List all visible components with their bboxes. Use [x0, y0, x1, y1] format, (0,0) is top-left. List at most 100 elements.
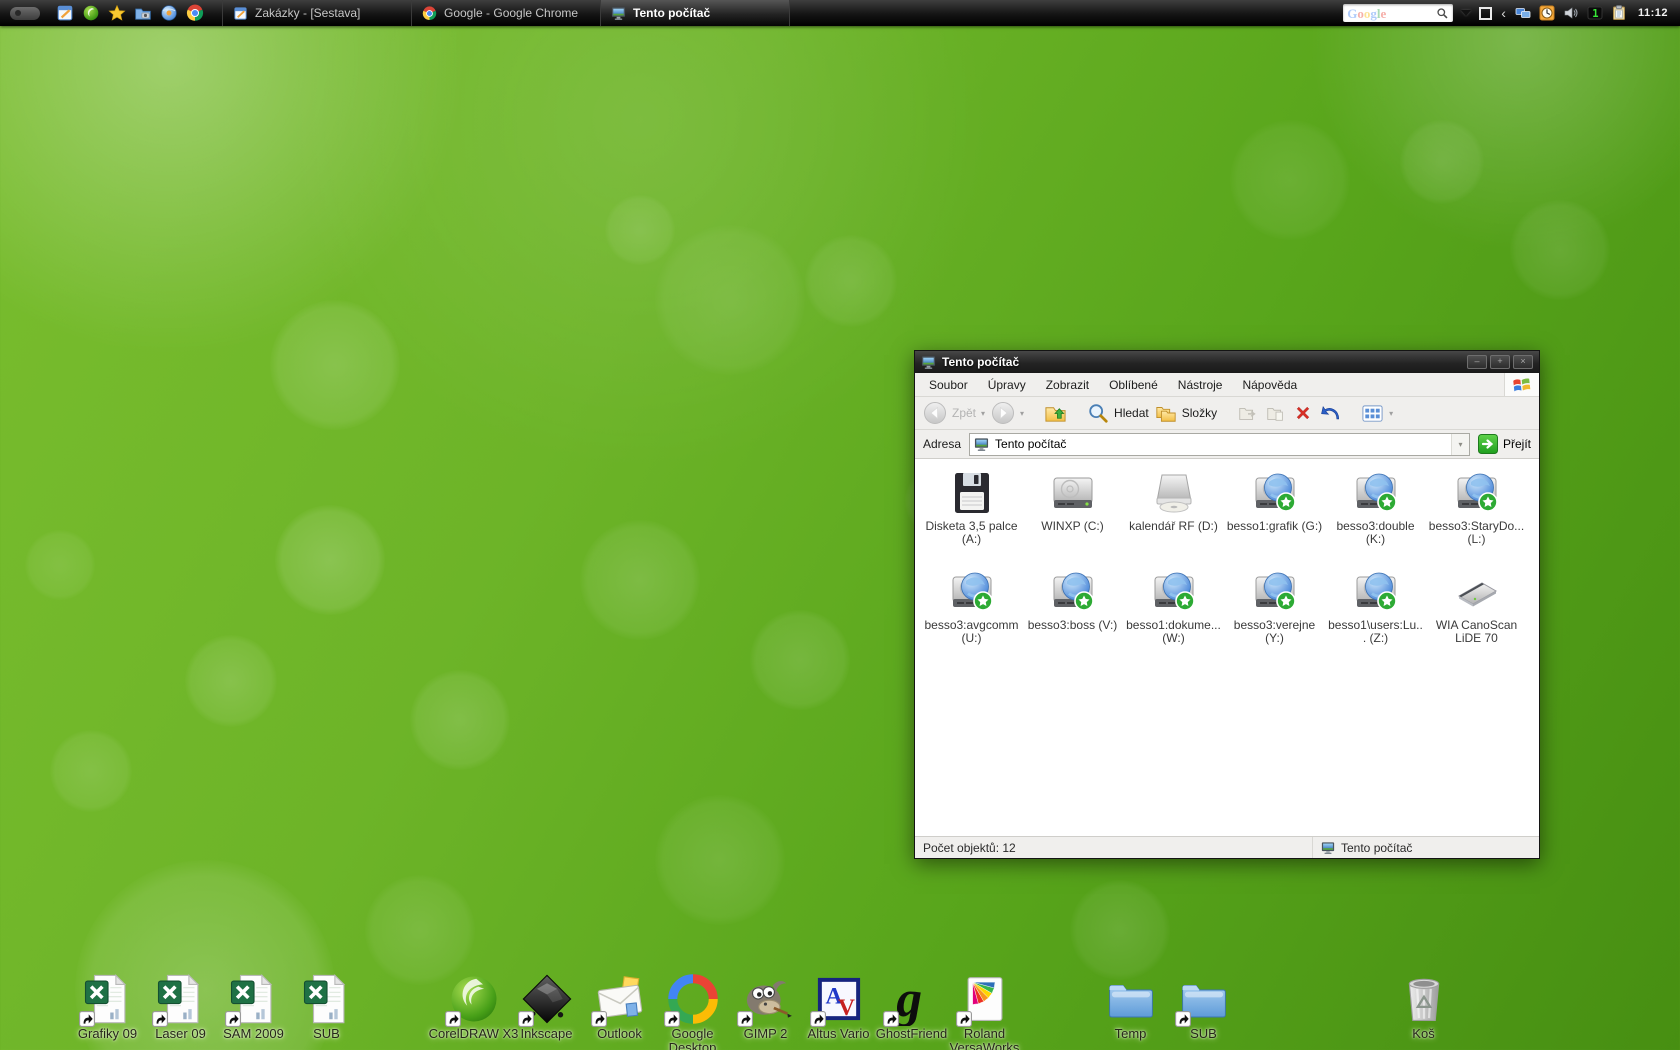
desktop-icon-laser09[interactable]: Laser 09 [144, 972, 217, 1041]
network-icon[interactable] [1515, 5, 1531, 21]
chrome-icon [422, 6, 437, 21]
bokeh-circle [1230, 120, 1350, 240]
clock-tray-icon[interactable] [1539, 5, 1555, 21]
folders-button[interactable]: Složky [1155, 402, 1217, 424]
forward-button[interactable]: ▾ [991, 401, 1024, 425]
drive-item[interactable]: besso3:boss (V:) [1022, 568, 1123, 667]
back-dropdown-icon[interactable]: ▾ [981, 409, 985, 418]
drive-label: besso1\users:Lu... (Z:) [1327, 619, 1425, 646]
drive-item[interactable]: besso3:double (K:) [1325, 469, 1426, 568]
pictures-folder-icon[interactable] [134, 4, 152, 22]
volume-icon[interactable] [1563, 5, 1579, 21]
desktop-icon-recycle-bin[interactable]: Koš [1387, 972, 1460, 1041]
drive-item[interactable]: besso1:grafik (G:) [1224, 469, 1325, 568]
address-value: Tento počítač [995, 437, 1066, 451]
minimize-button[interactable]: – [1467, 355, 1487, 369]
chrome-icon[interactable] [186, 4, 204, 22]
desktop-icon-google-desktop[interactable]: Google Desktop [656, 972, 729, 1050]
shortcut-arrow-icon [1175, 1011, 1191, 1027]
drive-item[interactable]: kalendář RF (D:) [1123, 469, 1224, 568]
drive-item[interactable]: besso3:verejne (Y:) [1224, 568, 1325, 667]
green-orb-app-icon[interactable] [82, 4, 100, 22]
desktop-icon-label: Roland VersaWorks [940, 1027, 1030, 1050]
go-button[interactable]: Přejít [1478, 434, 1531, 454]
drive-item[interactable]: besso3:avgcomm (U:) [921, 568, 1022, 667]
desktop-icon-sam2009[interactable]: SAM 2009 [217, 972, 290, 1041]
desktop-icon-inkscape[interactable]: Inkscape [510, 972, 583, 1041]
drive-item[interactable]: besso1\users:Lu... (Z:) [1325, 568, 1426, 667]
window-controls: – + × [1467, 355, 1533, 369]
desktop-icon-roland-versaworks[interactable]: Roland VersaWorks [948, 972, 1021, 1050]
title-bar[interactable]: Tento počítač – + × [915, 351, 1539, 373]
shortcut-arrow-icon [445, 1011, 461, 1027]
restore-window-icon[interactable] [1479, 7, 1492, 20]
back-button[interactable]: Zpět ▾ [923, 401, 985, 425]
desktop-icon-ghostfriend[interactable]: GhostFriend [875, 972, 948, 1041]
menu-oblibene[interactable]: Oblíbené [1099, 378, 1168, 392]
search-dropdown-icon[interactable] [1461, 10, 1471, 16]
address-combo[interactable]: Tento počítač ▾ [969, 433, 1470, 456]
drive-item[interactable]: Disketa 3,5 palce (A:) [921, 469, 1022, 568]
desktop-icon-grafiky09[interactable]: Grafiky 09 [71, 972, 144, 1041]
up-folder-button[interactable] [1044, 402, 1067, 425]
shortcut-arrow-icon [79, 1011, 95, 1027]
toolbar: Zpět ▾ ▾ Hledat Složky ▾ [915, 397, 1539, 430]
delete-button[interactable] [1293, 403, 1313, 423]
desktop-icon-altus-vario[interactable]: Altus Vario [802, 972, 875, 1041]
network-drive-icon [1352, 568, 1400, 616]
taskbar-button-tento-pocitac[interactable]: Tento počítač [600, 0, 790, 26]
maximize-button[interactable]: + [1490, 355, 1510, 369]
move-to-button[interactable] [1237, 402, 1259, 424]
hard-drive-icon [1049, 469, 1097, 517]
favorites-star-icon[interactable] [108, 4, 126, 22]
desktop-icon-sub-xls[interactable]: SUB [290, 972, 363, 1041]
drive-label: kalendář RF (D:) [1129, 520, 1218, 533]
drive-item[interactable]: besso3:StaryDo... (L:) [1426, 469, 1527, 568]
computer-icon [921, 355, 936, 370]
led-counter-icon[interactable]: 1 [1587, 5, 1603, 21]
scanner-item[interactable]: WIA CanoScan LiDE 70 [1426, 568, 1527, 667]
bokeh-circle [605, 195, 675, 265]
clipboard-icon[interactable] [1611, 5, 1627, 21]
close-button[interactable]: × [1513, 355, 1533, 369]
desktop-icon-temp[interactable]: Temp [1094, 972, 1167, 1041]
taskbar-clock: 11:12 [1638, 7, 1668, 19]
search-icon [1436, 7, 1449, 20]
menu-nastroje[interactable]: Nástroje [1168, 378, 1233, 392]
copy-to-button[interactable] [1265, 402, 1287, 424]
folders-label: Složky [1182, 406, 1217, 420]
drive-item[interactable]: besso1:dokume... (W:) [1123, 568, 1224, 667]
taskbar-button-chrome[interactable]: Google - Google Chrome [411, 0, 600, 26]
desktop-icon-gimp[interactable]: GIMP 2 [729, 972, 802, 1041]
undo-button[interactable] [1319, 402, 1341, 424]
internet-globe-icon[interactable] [160, 4, 178, 22]
network-drive-icon [1352, 469, 1400, 517]
search-button[interactable]: Hledat [1087, 402, 1149, 424]
tray-collapse-icon[interactable]: ‹ [1501, 6, 1506, 20]
views-dropdown-icon[interactable]: ▾ [1389, 409, 1393, 418]
address-label: Adresa [923, 437, 961, 451]
desktop-icon-sub-folder[interactable]: SUB [1167, 972, 1240, 1041]
menu-zobrazit[interactable]: Zobrazit [1036, 378, 1099, 392]
forward-dropdown-icon[interactable]: ▾ [1020, 409, 1024, 418]
optical-drive-icon [1150, 469, 1198, 517]
taskbar-button-zakazky[interactable]: Zakázky - [Sestava] [222, 0, 411, 26]
taskbar-button-label: Zakázky - [Sestava] [255, 6, 360, 20]
drive-item[interactable]: WINXP (C:) [1022, 469, 1123, 568]
status-bar: Počet objektů: 12 Tento počítač [915, 836, 1539, 858]
desktop-icon-outlook[interactable]: Outlook [583, 972, 656, 1041]
notes-shortcut-icon[interactable] [56, 4, 74, 22]
start-button[interactable] [10, 7, 40, 20]
desktop-icon-coreldraw[interactable]: CorelDRAW X3 [437, 972, 510, 1041]
views-button[interactable]: ▾ [1361, 402, 1393, 425]
drive-label: Disketa 3,5 palce (A:) [923, 520, 1021, 547]
menu-soubor[interactable]: Soubor [919, 378, 978, 392]
address-dropdown-icon[interactable]: ▾ [1451, 434, 1469, 455]
windows-flag-icon [1511, 374, 1533, 396]
menu-upravy[interactable]: Úpravy [978, 378, 1036, 392]
document-app-icon [233, 6, 248, 21]
menu-napoveda[interactable]: Nápověda [1232, 378, 1307, 392]
taskbar-button-label: Tento počítač [633, 6, 710, 20]
google-search-input[interactable]: Google [1343, 4, 1453, 22]
folder-view[interactable]: Disketa 3,5 palce (A:) WINXP (C:) kalend… [915, 459, 1539, 836]
